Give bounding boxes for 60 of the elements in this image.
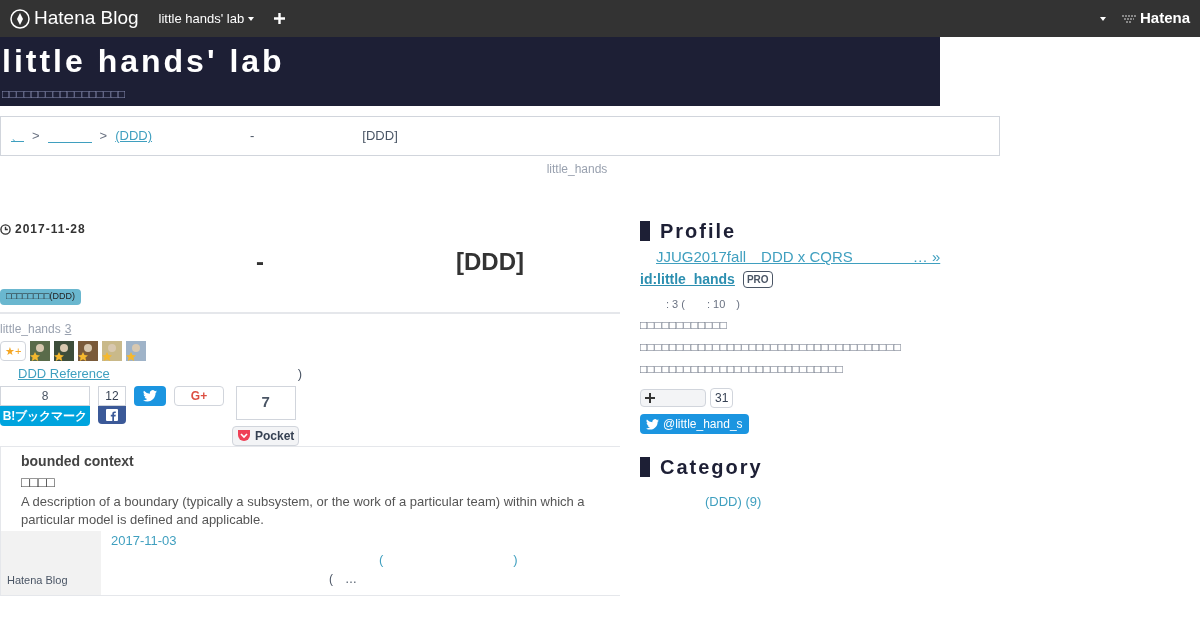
star-count[interactable]: 3 bbox=[64, 320, 72, 338]
related-date: 2017-11-03 bbox=[111, 531, 178, 550]
tweet-button[interactable] bbox=[134, 385, 166, 406]
pocket-count: 7 bbox=[235, 385, 296, 420]
follow-button[interactable] bbox=[640, 389, 706, 407]
bookmark-count: 8 bbox=[0, 385, 90, 406]
twitter-follow-button[interactable]: @little_hand_s bbox=[640, 414, 749, 434]
thumbnail-label: Hatena Blog bbox=[7, 573, 68, 588]
heading-bar bbox=[640, 457, 650, 477]
section-subheading: □□□□ bbox=[21, 472, 56, 492]
star-author: little_hands bbox=[0, 321, 61, 338]
caret-icon[interactable] bbox=[1099, 16, 1106, 21]
pocket-icon bbox=[237, 429, 251, 442]
profile-bio: □□□□□□□□□□□□ bbox=[640, 317, 728, 334]
pro-badge: PRO bbox=[742, 270, 773, 288]
plus-icon bbox=[645, 393, 655, 403]
next-entry-link[interactable]: JJUG2017fall DDD x CQRS … » bbox=[656, 246, 940, 269]
reference-link[interactable]: DDD Reference bbox=[18, 364, 110, 384]
related-thumbnail[interactable]: Hatena Blog bbox=[1, 530, 101, 595]
reference-paren: ) bbox=[297, 365, 303, 383]
related-excerpt: ( … bbox=[329, 570, 358, 588]
blog-menu[interactable]: little hands' lab bbox=[158, 8, 255, 29]
pocket-button[interactable]: Pocket bbox=[232, 425, 300, 446]
category-tag[interactable]: □□□□□□□□(DDD) bbox=[0, 289, 81, 305]
breadcrumb-separator: > bbox=[99, 127, 108, 146]
follower-count: 31 bbox=[710, 388, 734, 408]
clock-icon bbox=[0, 223, 11, 235]
add-star-button[interactable]: ★+ bbox=[0, 341, 27, 361]
entry-date[interactable]: 2017-11-28 bbox=[15, 220, 86, 238]
breadcrumb-link[interactable]: (DDD) bbox=[115, 126, 152, 146]
share-count: 12 bbox=[98, 385, 126, 406]
profile-bio: □□□□□□□□□□□□□□□□□□□□□□□□□□□□ bbox=[640, 361, 844, 378]
category-link[interactable]: (DDD) (9) bbox=[705, 492, 940, 512]
section-paragraph: A description of a boundary (typically a subsystem, or the work of a particular team) within which a particular model is defined and applicable. bbox=[21, 492, 586, 529]
breadcrumb-text: - bbox=[250, 127, 255, 146]
breadcrumb-separator: > bbox=[32, 127, 40, 146]
breadcrumb-link[interactable]: 、 bbox=[11, 126, 24, 146]
hatena-blog-logo[interactable]: Hatena Blog bbox=[34, 4, 139, 33]
author-name: little_hands bbox=[546, 162, 608, 176]
profile-heading: Profile bbox=[660, 219, 737, 244]
facebook-icon bbox=[106, 408, 118, 421]
profile-bio: □□□□□□□□□□□□□□□□□□□□□□□□□□□□□□□□□□□□ bbox=[640, 339, 902, 356]
related-title[interactable]: ( ) bbox=[379, 550, 518, 570]
caret-icon bbox=[248, 16, 255, 21]
section-heading: bounded context bbox=[21, 451, 135, 471]
category-heading: Category bbox=[660, 455, 763, 480]
profile-id-link[interactable]: id:little_hands bbox=[640, 268, 735, 290]
bird-icon bbox=[646, 418, 659, 430]
entry-title[interactable]: [DDD] bbox=[456, 244, 524, 280]
google-plus-button[interactable]: G+ bbox=[174, 385, 224, 406]
hatena-bookmark-button[interactable]: B!ブックマーク bbox=[0, 405, 90, 426]
plus-icon[interactable] bbox=[274, 13, 286, 24]
entry-title[interactable]: - bbox=[256, 244, 264, 280]
blog-subtitle: □□□□□□□□□□□□□□□□□ bbox=[2, 86, 127, 103]
hatena-logo[interactable]: Hatena bbox=[1139, 7, 1190, 30]
blog-title[interactable]: little hands' lab bbox=[2, 43, 938, 79]
heading-bar bbox=[640, 221, 650, 241]
breadcrumb-text: [DDD] bbox=[362, 127, 398, 146]
follower-stats: : 3 ( : 10 ) bbox=[666, 296, 741, 312]
bird-icon bbox=[143, 389, 157, 402]
